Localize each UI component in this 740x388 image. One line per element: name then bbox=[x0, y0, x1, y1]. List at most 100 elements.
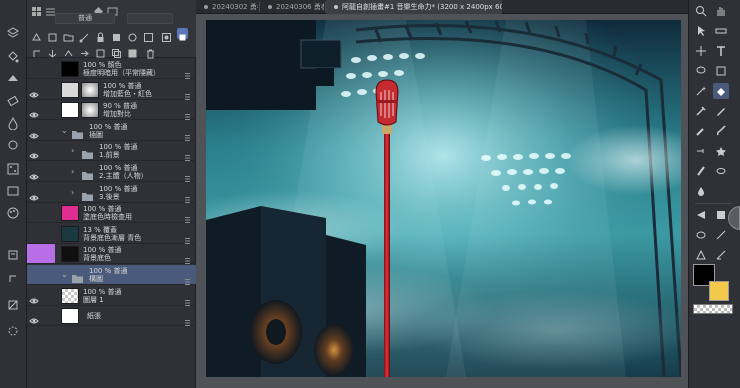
eye-icon[interactable] bbox=[29, 270, 39, 280]
layer-options-icon[interactable] bbox=[184, 86, 191, 100]
layer-property-icon[interactable] bbox=[4, 24, 22, 42]
lock-toggle-icon[interactable] bbox=[43, 188, 52, 198]
diamond-icon[interactable] bbox=[93, 2, 104, 16]
layer-options-icon[interactable] bbox=[184, 230, 191, 244]
eye-icon[interactable] bbox=[29, 311, 39, 324]
eye-icon[interactable] bbox=[29, 229, 39, 239]
ruler-icon[interactable] bbox=[713, 23, 729, 39]
trash-icon[interactable] bbox=[145, 44, 156, 59]
grid-icon[interactable] bbox=[31, 2, 42, 16]
layer-folder-row[interactable]: ⌄ 100 % 普通 構圖 bbox=[27, 265, 196, 285]
circle-select-icon[interactable] bbox=[4, 322, 22, 340]
eye-icon[interactable] bbox=[29, 291, 39, 304]
lock-toggle-icon[interactable] bbox=[43, 311, 52, 321]
eye-icon[interactable] bbox=[29, 208, 39, 218]
layer-folder-row[interactable]: › 100 % 普通 3.後景 bbox=[27, 183, 196, 203]
lock-toggle-icon[interactable] bbox=[43, 229, 52, 239]
tab-close-icon[interactable] bbox=[204, 5, 208, 9]
folder-expand-chevron-icon[interactable]: › bbox=[71, 188, 79, 198]
lock-layer-icon[interactable] bbox=[95, 28, 106, 42]
folder-expand-chevron-icon[interactable]: › bbox=[71, 146, 79, 156]
reference-layer-icon[interactable] bbox=[111, 28, 122, 41]
balloon-icon[interactable] bbox=[693, 247, 709, 263]
layer-options-icon[interactable] bbox=[184, 127, 191, 141]
new-adjust-icon[interactable] bbox=[63, 44, 74, 57]
tone-icon[interactable] bbox=[4, 160, 22, 178]
panel-layout-icon[interactable] bbox=[107, 2, 118, 16]
new-folder-icon[interactable] bbox=[63, 28, 74, 42]
layer-row[interactable]: 100 % 普通 背景底色 bbox=[27, 244, 196, 265]
layer-folder-row[interactable]: ⌄ 100 % 普通 插圖 bbox=[27, 121, 196, 141]
lock-toggle-icon[interactable] bbox=[43, 167, 52, 177]
eye-icon[interactable] bbox=[29, 249, 39, 259]
transparent-color-swatch[interactable] bbox=[693, 304, 733, 314]
eraser-icon[interactable] bbox=[4, 92, 22, 110]
layer-row[interactable]: 100 % 普通 圖層 1 bbox=[27, 286, 196, 306]
layer-options-icon[interactable] bbox=[184, 189, 191, 203]
lock-toggle-icon[interactable] bbox=[43, 105, 52, 115]
draft-layer-icon[interactable] bbox=[127, 28, 138, 42]
eye-icon[interactable] bbox=[29, 146, 39, 159]
text-icon[interactable] bbox=[713, 43, 729, 59]
folder-expand-chevron-icon[interactable]: ⌄ bbox=[61, 126, 69, 136]
layer-row[interactable]: 90 % 普通 增加對比 bbox=[27, 100, 196, 121]
zoom-icon[interactable] bbox=[693, 3, 709, 19]
layer-options-icon[interactable] bbox=[184, 147, 191, 162]
copy-layer-icon[interactable] bbox=[111, 44, 122, 58]
eye-icon[interactable] bbox=[29, 188, 39, 201]
transfer-icon[interactable] bbox=[79, 44, 90, 57]
fill-icon[interactable] bbox=[4, 70, 22, 88]
clip-icon[interactable] bbox=[4, 270, 22, 288]
cursor-icon[interactable] bbox=[693, 23, 709, 39]
lock-transparent-icon[interactable] bbox=[4, 296, 22, 314]
layer-options-icon[interactable] bbox=[184, 312, 191, 327]
layer-options-icon[interactable] bbox=[184, 65, 191, 79]
eye-icon[interactable] bbox=[29, 64, 39, 74]
frame-icon[interactable] bbox=[713, 63, 729, 79]
palette-icon[interactable] bbox=[4, 204, 22, 222]
layer-options-icon[interactable] bbox=[184, 168, 191, 182]
sub-color-swatch[interactable] bbox=[709, 281, 729, 301]
lock-toggle-icon[interactable] bbox=[43, 126, 52, 136]
layer-row[interactable]: 100 % 顏色 極度明暗用（平常隱藏） bbox=[27, 59, 196, 79]
lock-toggle-icon[interactable] bbox=[43, 85, 52, 95]
eye-icon[interactable] bbox=[29, 167, 39, 180]
fill-tool-icon[interactable] bbox=[693, 183, 709, 199]
canvas-area[interactable] bbox=[196, 14, 688, 388]
decoration-icon[interactable] bbox=[713, 143, 729, 159]
lock-toggle-icon[interactable] bbox=[43, 208, 52, 218]
pen-icon[interactable] bbox=[713, 103, 729, 119]
figure-icon[interactable] bbox=[713, 207, 729, 223]
tab-document-2[interactable]: 20240306 勇者... bbox=[260, 0, 324, 14]
opacity-field[interactable] bbox=[127, 13, 173, 24]
eye-icon[interactable] bbox=[29, 85, 39, 98]
smudge-icon[interactable] bbox=[713, 163, 729, 179]
layer-row[interactable]: 100 % 普通 塗底色時檢查用 bbox=[27, 203, 196, 224]
blend-tool-icon[interactable] bbox=[693, 163, 709, 179]
layer-row[interactable]: 紙張 bbox=[27, 306, 196, 327]
layer-mask-icon[interactable] bbox=[161, 28, 172, 42]
artwork-canvas[interactable] bbox=[206, 20, 681, 377]
lock-toggle-icon[interactable] bbox=[43, 249, 52, 259]
transform-icon[interactable] bbox=[693, 43, 709, 59]
layer-options-icon[interactable] bbox=[184, 250, 191, 265]
tab-close-icon[interactable] bbox=[268, 5, 272, 9]
layer-folder-row[interactable]: › 100 % 普通 2.主體（人物） bbox=[27, 162, 196, 182]
show-grid-icon[interactable] bbox=[143, 28, 154, 42]
menu-icon[interactable] bbox=[45, 2, 56, 16]
line-icon[interactable] bbox=[713, 227, 729, 243]
layer-folder-row[interactable]: › 100 % 普通 1.前景 bbox=[27, 141, 196, 162]
combine-icon[interactable] bbox=[95, 44, 106, 58]
layer-options-icon[interactable] bbox=[184, 271, 191, 285]
clip-lower-icon[interactable] bbox=[31, 44, 42, 57]
hand-icon[interactable] bbox=[713, 3, 729, 19]
layer-options-icon[interactable] bbox=[184, 106, 191, 121]
eye-icon[interactable] bbox=[29, 126, 39, 139]
lasso-icon[interactable] bbox=[693, 63, 709, 79]
eraser-tool-icon[interactable] bbox=[713, 83, 729, 99]
lock-toggle-icon[interactable] bbox=[43, 146, 52, 156]
folder-expand-chevron-icon[interactable]: ⌄ bbox=[61, 270, 69, 280]
gradient-icon[interactable] bbox=[693, 207, 709, 223]
paint-bucket-icon[interactable] bbox=[4, 48, 22, 66]
tab-document-1[interactable]: 20240302 勇者... bbox=[196, 0, 258, 14]
